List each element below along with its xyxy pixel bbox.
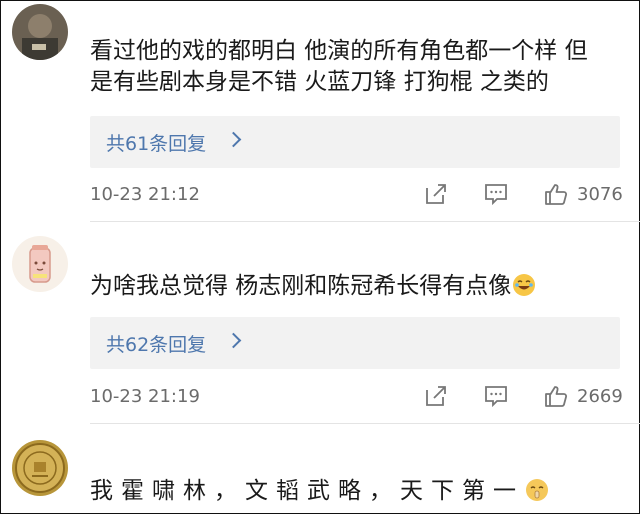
comment-text-line: 为啥我总觉得 杨志刚和陈冠希长得有点像 bbox=[90, 273, 512, 299]
divider bbox=[90, 221, 640, 222]
comment-text-line: 看过他的戏的都明白 他演的所有角色都一个样 但 bbox=[90, 38, 588, 64]
comment-icon[interactable] bbox=[483, 384, 509, 408]
comment-meta: 10-23 21:19 2669 bbox=[90, 382, 630, 412]
replies-link[interactable]: 共61条回复 bbox=[90, 116, 620, 168]
laugh-cry-emoji bbox=[513, 274, 536, 296]
timestamp: 10-23 21:12 bbox=[90, 184, 200, 205]
shush-emoji bbox=[526, 479, 548, 501]
share-icon[interactable] bbox=[423, 182, 449, 206]
chevron-right-icon bbox=[225, 332, 242, 349]
divider bbox=[90, 423, 640, 424]
like-icon[interactable] bbox=[543, 182, 569, 206]
comment-text-line: 是有些剧本身是不错 火蓝刀锋 打狗棍 之类的 bbox=[90, 69, 549, 95]
like-count: 3076 bbox=[577, 184, 623, 205]
avatar[interactable] bbox=[12, 440, 68, 496]
timestamp: 10-23 21:19 bbox=[90, 386, 200, 407]
replies-label: 共61条回复 bbox=[106, 133, 207, 155]
comment-text: 为啥我总觉得 杨志刚和陈冠希长得有点像 bbox=[90, 271, 620, 302]
comment-meta: 10-23 21:12 3076 bbox=[90, 180, 630, 210]
like-count: 2669 bbox=[577, 386, 623, 407]
avatar[interactable] bbox=[12, 4, 68, 60]
share-icon[interactable] bbox=[423, 384, 449, 408]
avatar[interactable] bbox=[12, 236, 68, 292]
comment-text: 我霍啸林，文韬武略，天下第一 bbox=[90, 476, 620, 507]
comment-text-line: 我霍啸林，文韬武略，天下第一 bbox=[90, 478, 524, 504]
chevron-right-icon bbox=[225, 131, 242, 148]
comment-text: 看过他的戏的都明白 他演的所有角色都一个样 但 是有些剧本身是不错 火蓝刀锋 打… bbox=[90, 36, 620, 98]
replies-link[interactable]: 共62条回复 bbox=[90, 317, 620, 369]
like-icon[interactable] bbox=[543, 384, 569, 408]
replies-label: 共62条回复 bbox=[106, 334, 207, 356]
comment-icon[interactable] bbox=[483, 182, 509, 206]
